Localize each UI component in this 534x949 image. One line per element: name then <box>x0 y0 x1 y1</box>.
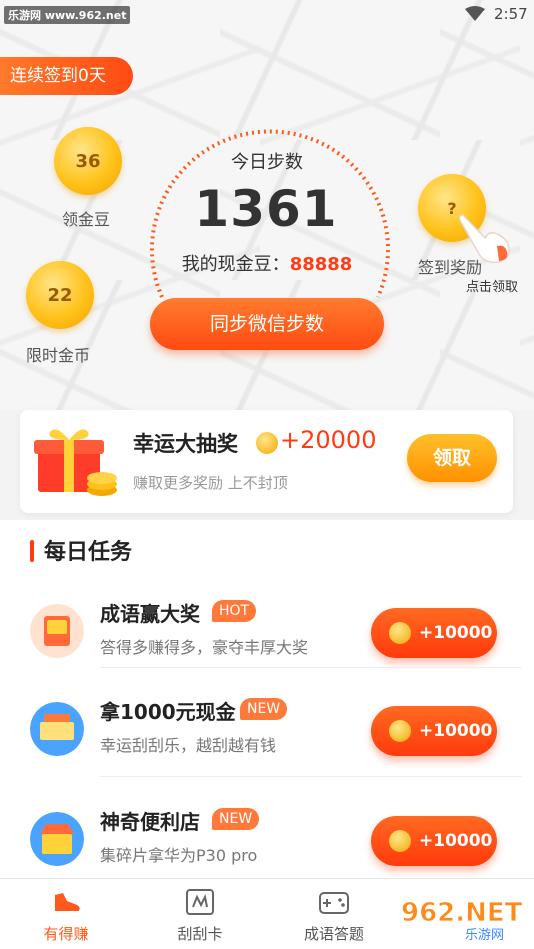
task-item-cash[interactable]: 拿1000元现金 NEW 幸运刮刮乐，越刮越有钱 +10000 <box>0 684 534 782</box>
cash-ticket-icon <box>30 702 84 756</box>
steps-title: 今日步数 <box>231 152 303 173</box>
status-bar: 乐游网 www.962.net 2:57 <box>0 0 534 28</box>
new-badge: NEW <box>212 808 260 830</box>
watermark-top: 乐游网 www.962.net <box>4 6 131 24</box>
task-reward-button[interactable]: +10000 <box>371 608 497 658</box>
steps-value: 1361 <box>194 180 338 238</box>
task-title: 拿1000元现金 <box>100 700 236 724</box>
nav-item-scratch-card[interactable]: 刮刮卡 <box>150 887 250 944</box>
coin-icon <box>389 830 411 852</box>
new-badge: NEW <box>240 698 288 720</box>
wifi-icon <box>465 6 485 21</box>
lottery-card: 幸运大抽奖 +20000 赚取更多奖励 上不封顶 领取 <box>20 410 513 513</box>
daily-tasks-title: 每日任务 <box>44 540 133 565</box>
gamepad-icon <box>319 892 349 914</box>
task-description: 集碎片拿华为P30 pro <box>100 846 258 865</box>
limited-coin-label: 限时金币 <box>26 346 91 365</box>
svg-text:乐游网: 乐游网 <box>465 928 504 943</box>
divider <box>100 776 522 777</box>
lottery-claim-button[interactable]: 领取 <box>407 434 497 482</box>
lottery-amount: +20000 <box>280 426 377 454</box>
nav-label: 有得赚 <box>43 925 89 943</box>
watermark-logo: 962.NET 乐游网 <box>401 898 523 943</box>
coin-icon <box>256 432 278 454</box>
running-shoe-icon <box>55 893 80 911</box>
cash-row: 我的现金豆：88888 <box>0 250 534 276</box>
task-title: 成语赢大奖 <box>100 602 200 626</box>
nav-label: 刮刮卡 <box>177 925 223 943</box>
store-icon <box>30 812 84 866</box>
task-description: 幸运刮刮乐，越刮越有钱 <box>100 736 277 755</box>
gift-box-icon <box>34 429 117 496</box>
clock: 2:57 <box>494 5 528 23</box>
lottery-title: 幸运大抽奖 <box>133 432 238 456</box>
divider <box>100 667 522 668</box>
nav-item-idiom-quiz[interactable]: 成语答题 <box>284 887 384 944</box>
reward-amount: +10000 <box>419 623 493 643</box>
reward-amount: +10000 <box>419 721 493 741</box>
lottery-subtitle: 赚取更多奖励 上不封顶 <box>133 474 288 492</box>
task-reward-button[interactable]: +10000 <box>371 706 497 756</box>
sign-in-streak-badge: 连续签到0天 <box>0 57 133 95</box>
task-description: 答得多赚得多，豪夺丰厚大奖 <box>100 638 309 657</box>
coin-icon <box>389 622 411 644</box>
sync-wechat-steps-button[interactable]: 同步微信步数 <box>150 298 384 350</box>
hot-badge: HOT <box>212 600 257 622</box>
task-item-idiom[interactable]: 成语赢大奖 HOT 答得多赚得多，豪夺丰厚大奖 +10000 <box>0 586 534 684</box>
tap-hint: 点击领取 <box>466 280 519 295</box>
cash-label: 我的现金豆： <box>181 254 290 275</box>
nav-item-earn[interactable]: 有得赚 <box>16 887 116 944</box>
coin-icon <box>389 720 411 742</box>
nav-label: 成语答题 <box>303 925 364 943</box>
task-title: 神奇便利店 <box>100 810 200 834</box>
idiom-book-icon <box>30 604 84 658</box>
daily-tasks-panel: 每日任务 成语赢大奖 HOT 答得多赚得多，豪夺丰厚大奖 +10000 拿100… <box>0 520 534 880</box>
svg-text:962.NET: 962.NET <box>401 898 523 928</box>
task-reward-button[interactable]: +10000 <box>371 816 497 866</box>
cash-value: 88888 <box>289 254 353 275</box>
scratch-card-icon <box>186 889 214 915</box>
section-accent-bar <box>30 540 34 562</box>
reward-amount: +10000 <box>419 831 493 851</box>
